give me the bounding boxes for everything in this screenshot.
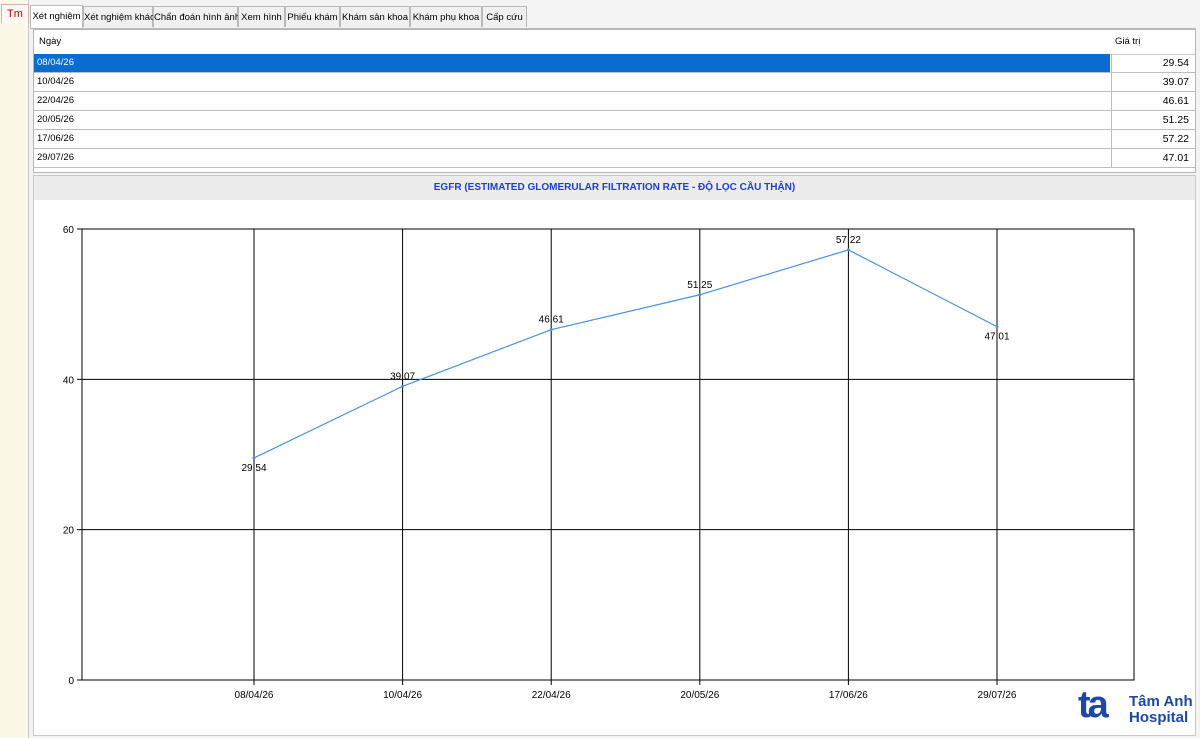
tab-cap-cuu[interactable]: Cấp cứu xyxy=(482,6,527,27)
column-divider xyxy=(1111,149,1112,168)
data-point xyxy=(401,384,405,388)
side-tab[interactable]: Tm xyxy=(1,4,29,23)
table-row[interactable]: 22/04/26 46.61 xyxy=(34,92,1195,111)
data-point xyxy=(252,456,256,460)
row-selection-highlight xyxy=(34,54,1110,72)
x-tick-label: 29/07/26 xyxy=(978,690,1017,701)
tab-bar: Xét nghiệm Xét nghiệm khác Chẩn đoán hìn… xyxy=(30,4,1196,29)
row-date: 10/04/26 xyxy=(37,76,74,87)
row-value: 46.61 xyxy=(1162,95,1189,107)
table-row[interactable]: 08/04/26 29.54 xyxy=(34,54,1195,73)
tab-chan-doan-hinh-anh[interactable]: Chẩn đoán hình ảnh xyxy=(153,6,240,27)
line-chart: 0 20 40 60 08/04/26 10/04/26 22/04/26 20/05/26 1… xyxy=(63,225,1135,701)
logo-line-2: Hospital xyxy=(1129,709,1189,726)
column-divider xyxy=(1111,92,1112,111)
x-tick-label: 22/04/26 xyxy=(532,690,571,701)
row-value: 47.01 xyxy=(1162,152,1189,164)
column-header-date[interactable]: Ngày xyxy=(39,30,61,54)
series-line xyxy=(253,249,998,459)
data-label: 51.25 xyxy=(687,280,712,291)
data-point xyxy=(995,325,999,329)
row-date: 29/07/26 xyxy=(37,152,74,163)
tab-phieu-kham[interactable]: Phiếu khám xyxy=(285,6,340,27)
data-label: 57.22 xyxy=(836,235,861,246)
logo-line-1: Tâm Anh xyxy=(1129,693,1193,710)
x-tick-label: 08/04/26 xyxy=(235,690,274,701)
logo-mark: ta xyxy=(1078,684,1109,726)
tab-kham-san-khoa[interactable]: Khám sản khoa xyxy=(340,6,410,27)
tab-kham-phu-khoa[interactable]: Khám phụ khoa xyxy=(410,6,482,27)
tab-xem-hinh[interactable]: Xem hình xyxy=(238,6,285,27)
data-point xyxy=(549,328,553,332)
y-tick-label: 20 xyxy=(63,526,75,537)
column-divider xyxy=(1111,54,1112,73)
left-side-panel: Tm xyxy=(0,0,29,738)
row-date: 20/05/26 xyxy=(37,114,74,125)
x-tick-label: 20/05/26 xyxy=(680,690,719,701)
chart-panel: EGFR (ESTIMATED GLOMERULAR FILTRATION RA… xyxy=(33,175,1196,736)
data-label: 47.01 xyxy=(984,332,1009,343)
row-value: 51.25 xyxy=(1162,114,1189,126)
data-label: 46.61 xyxy=(539,315,564,326)
table-header: Ngày Giá trị xyxy=(34,30,1195,55)
tab-xet-nghiem[interactable]: Xét nghiệm xyxy=(30,5,83,28)
plot-area-border xyxy=(81,228,1135,681)
hospital-logo: ta Tâm Anh Hospital xyxy=(1078,684,1194,730)
table-row[interactable]: 29/07/26 47.01 xyxy=(34,149,1195,168)
data-label: 29.54 xyxy=(241,463,266,474)
y-tick-label: 40 xyxy=(63,375,75,386)
row-date: 08/04/26 xyxy=(37,57,74,68)
results-table: Ngày Giá trị 08/04/26 29.54 10/04/26 39.… xyxy=(33,29,1196,173)
column-header-value[interactable]: Giá trị xyxy=(1115,30,1140,54)
table-row[interactable]: 20/05/26 51.25 xyxy=(34,111,1195,130)
x-tick-label: 17/06/26 xyxy=(829,690,868,701)
column-divider xyxy=(1111,111,1112,130)
table-row[interactable]: 10/04/26 39.07 xyxy=(34,73,1195,92)
data-point xyxy=(846,248,850,252)
y-tick-label: 0 xyxy=(68,676,74,687)
y-tick-label: 60 xyxy=(63,225,75,236)
table-row[interactable]: 17/06/26 57.22 xyxy=(34,130,1195,149)
row-date: 17/06/26 xyxy=(37,133,74,144)
data-label: 39.07 xyxy=(390,371,415,382)
row-value: 57.22 xyxy=(1162,133,1189,145)
data-point xyxy=(698,293,702,297)
row-value: 29.54 xyxy=(1162,57,1189,69)
tab-xet-nghiem-khac[interactable]: Xét nghiệm khác xyxy=(83,6,155,27)
column-divider xyxy=(1111,73,1112,92)
row-value: 39.07 xyxy=(1162,76,1189,88)
x-tick-label: 10/04/26 xyxy=(383,690,422,701)
column-divider xyxy=(1111,130,1112,149)
row-date: 22/04/26 xyxy=(37,95,74,106)
